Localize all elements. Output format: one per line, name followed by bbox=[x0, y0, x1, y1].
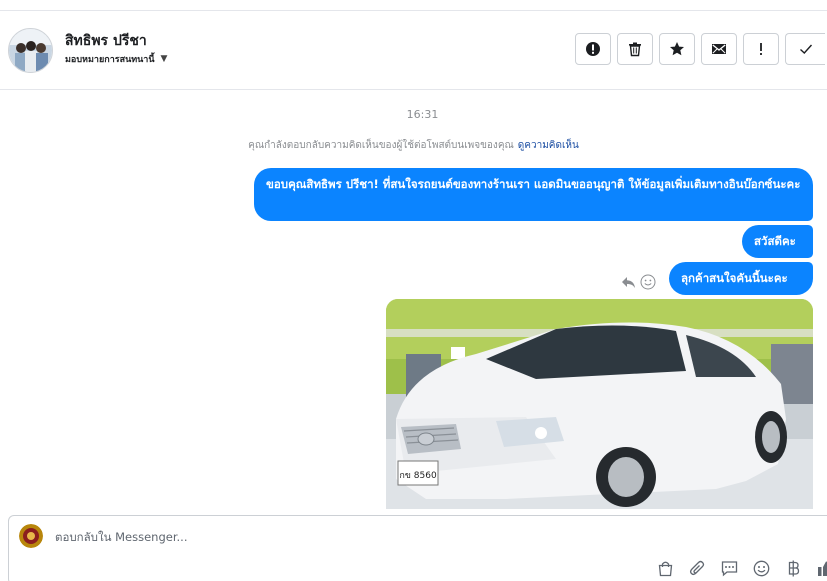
header-divider bbox=[0, 89, 827, 90]
star-button[interactable] bbox=[659, 33, 695, 65]
alert-circle-icon bbox=[586, 42, 600, 56]
conversation-actions bbox=[575, 33, 825, 65]
flag-button[interactable] bbox=[743, 33, 779, 65]
baht-icon[interactable] bbox=[783, 558, 803, 578]
thumbs-up-icon[interactable] bbox=[815, 558, 827, 578]
assign-conversation-dropdown[interactable]: มอบหมายการสนทนานี้ ▼ bbox=[65, 52, 167, 66]
mark-unread-button[interactable] bbox=[701, 33, 737, 65]
car-photo-attachment[interactable]: กข 8560 bbox=[386, 299, 813, 509]
message-bubble[interactable]: สวัสดีคะ bbox=[742, 225, 813, 258]
shopping-bag-icon[interactable] bbox=[655, 558, 675, 578]
page-avatar bbox=[19, 524, 43, 548]
exclamation-icon bbox=[760, 43, 762, 55]
comment-reply-notice: คุณกำลังตอบกลับความคิดเห็นของผู้ใช้ต่อโพ… bbox=[0, 138, 827, 153]
mark-spam-button[interactable] bbox=[575, 33, 611, 65]
inbox-conversation-view: สิทธิพร ปรีชา มอบหมายการสนทนานี้ ▼ 16:31… bbox=[0, 0, 827, 581]
notice-text: คุณกำลังตอบกลับความคิดเห็นของผู้ใช้ต่อโพ… bbox=[248, 140, 514, 151]
envelope-icon bbox=[712, 44, 726, 54]
contact-name[interactable]: สิทธิพร ปรีชา bbox=[65, 30, 147, 52]
trash-icon bbox=[629, 42, 641, 57]
check-icon bbox=[799, 44, 812, 54]
view-comment-link[interactable]: ดูความคิดเห็น bbox=[518, 140, 579, 151]
paperclip-icon[interactable] bbox=[687, 558, 707, 578]
saved-reply-icon[interactable] bbox=[719, 558, 739, 578]
star-icon bbox=[670, 42, 684, 56]
composer-toolbar bbox=[655, 558, 827, 578]
reply-composer bbox=[8, 515, 827, 581]
caret-down-icon: ▼ bbox=[160, 54, 168, 64]
mark-done-button[interactable] bbox=[785, 33, 825, 65]
emoji-icon[interactable] bbox=[751, 558, 771, 578]
message-bubble[interactable]: ขอบคุณสิทธิพร ปรีชา! ที่สนใจรถยนต์ของทาง… bbox=[254, 168, 813, 221]
reply-icon[interactable] bbox=[620, 274, 636, 290]
assign-conversation-label: มอบหมายการสนทนานี้ bbox=[65, 55, 155, 65]
license-plate-text: กข 8560 bbox=[399, 471, 437, 481]
message-timestamp: 16:31 bbox=[406, 108, 439, 121]
message-bubble[interactable]: ลุกค้าสนใจคันนี้นะคะ bbox=[669, 262, 813, 295]
delete-button[interactable] bbox=[617, 33, 653, 65]
emoji-reaction-icon[interactable] bbox=[640, 274, 656, 290]
contact-avatar[interactable] bbox=[8, 28, 53, 73]
message-actions bbox=[620, 274, 656, 290]
conversation-header: สิทธิพร ปรีชา มอบหมายการสนทนานี้ ▼ bbox=[0, 11, 827, 89]
reply-input[interactable] bbox=[53, 526, 657, 548]
